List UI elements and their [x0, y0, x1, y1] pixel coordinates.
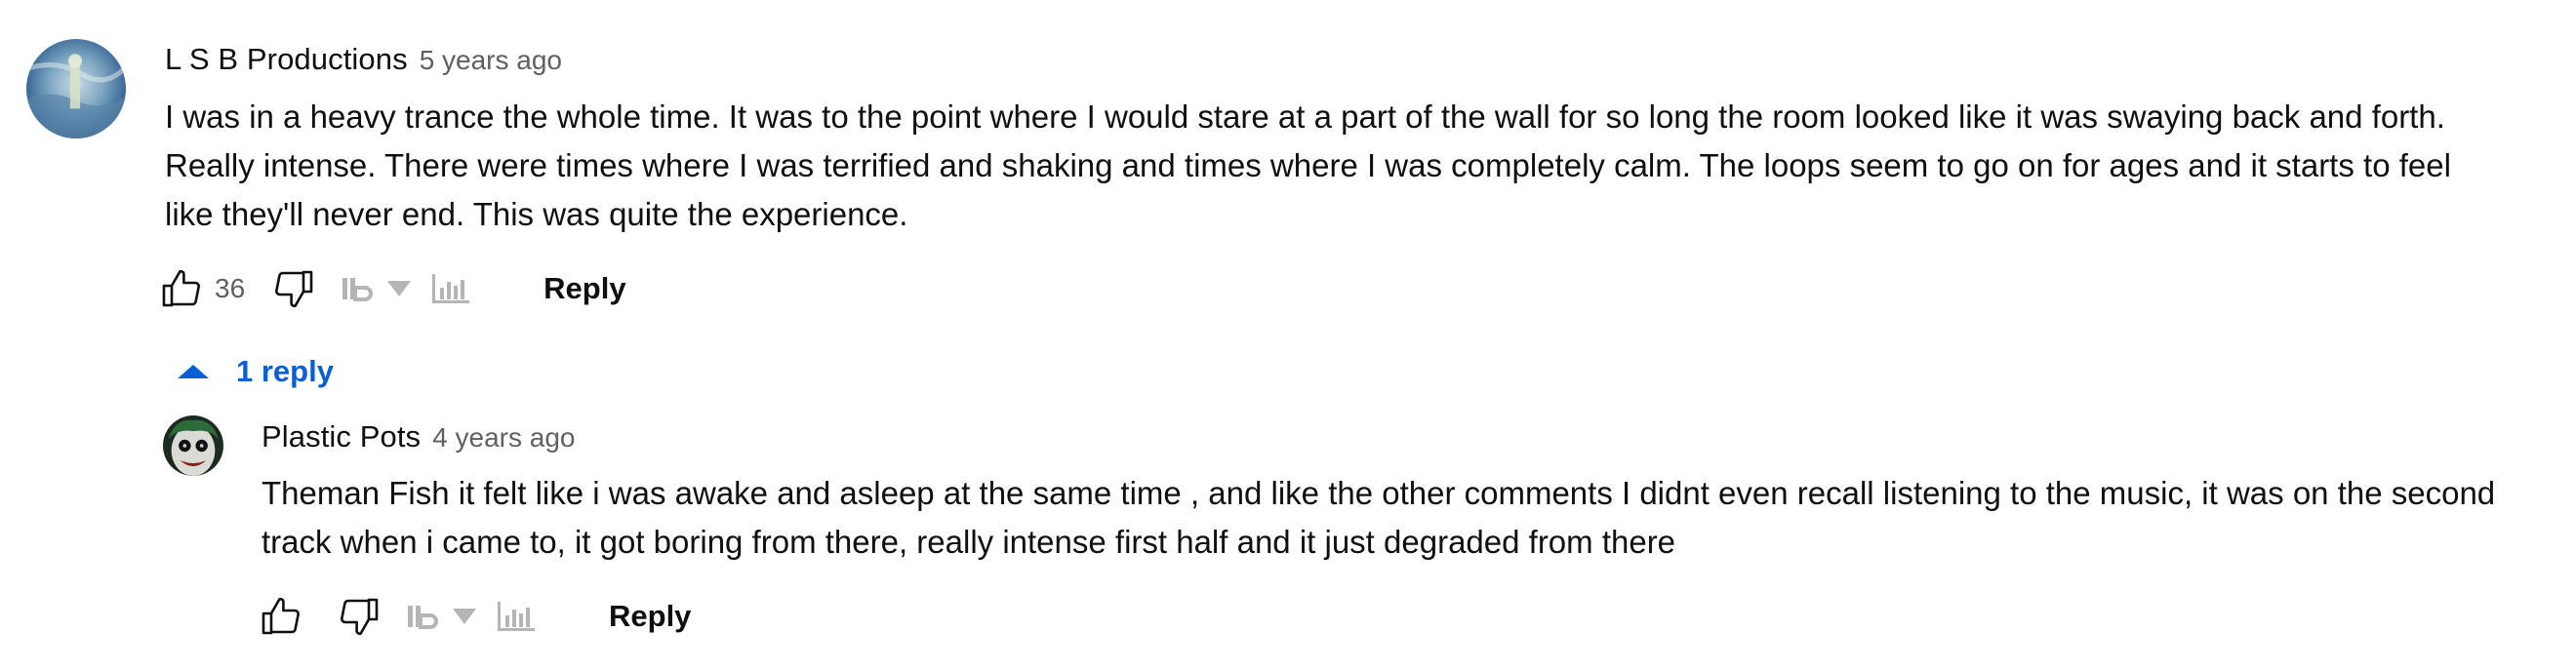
dislike-extension-widget — [341, 272, 471, 305]
ryd-logo-icon[interactable] — [406, 602, 441, 631]
thumbs-up-icon — [162, 269, 200, 307]
like-count: 36 — [215, 273, 246, 303]
reply-button[interactable]: Reply — [530, 261, 639, 316]
ryd-logo-icon[interactable] — [341, 274, 376, 303]
thumbs-down-icon — [341, 598, 379, 636]
comment-text: I was in a heavy trance the whole time. … — [165, 99, 2451, 232]
reply-timestamp[interactable]: 4 years ago — [432, 422, 575, 454]
avatar-image — [163, 415, 223, 476]
reply-dislike-button[interactable] — [332, 589, 386, 644]
replies-count-label: 1 reply — [236, 354, 334, 388]
reply-author-name[interactable]: Plastic Pots — [262, 419, 421, 454]
avatar-image — [26, 39, 126, 138]
comment-header: L S B Productions 5 years ago — [165, 42, 562, 77]
thumbs-down-icon — [275, 270, 313, 308]
triangle-down-icon[interactable] — [451, 607, 478, 626]
bar-chart-icon[interactable] — [496, 600, 537, 633]
author-name[interactable]: L S B Productions — [165, 42, 408, 77]
avatar[interactable] — [26, 39, 126, 138]
reply-like-button[interactable] — [254, 589, 308, 644]
reply-text: Theman Fish it felt like i was awake and… — [262, 475, 2496, 560]
reply-reply-button[interactable]: Reply — [595, 589, 704, 644]
replies-toggle-button[interactable]: 1 reply — [178, 354, 334, 389]
like-button[interactable] — [154, 261, 209, 316]
reply-action-bar: Reply — [254, 587, 704, 646]
thumbs-up-icon — [262, 597, 300, 635]
comment-action-bar: 36 Reply — [154, 259, 640, 318]
timestamp[interactable]: 5 years ago — [420, 45, 562, 76]
triangle-down-icon[interactable] — [385, 279, 413, 298]
caret-up-icon — [178, 365, 209, 378]
reply-avatar[interactable] — [163, 415, 223, 476]
reply-dislike-extension-widget — [406, 600, 537, 633]
reply-header: Plastic Pots 4 years ago — [262, 419, 575, 454]
bar-chart-icon[interactable] — [430, 272, 471, 305]
dislike-button[interactable] — [266, 261, 321, 316]
